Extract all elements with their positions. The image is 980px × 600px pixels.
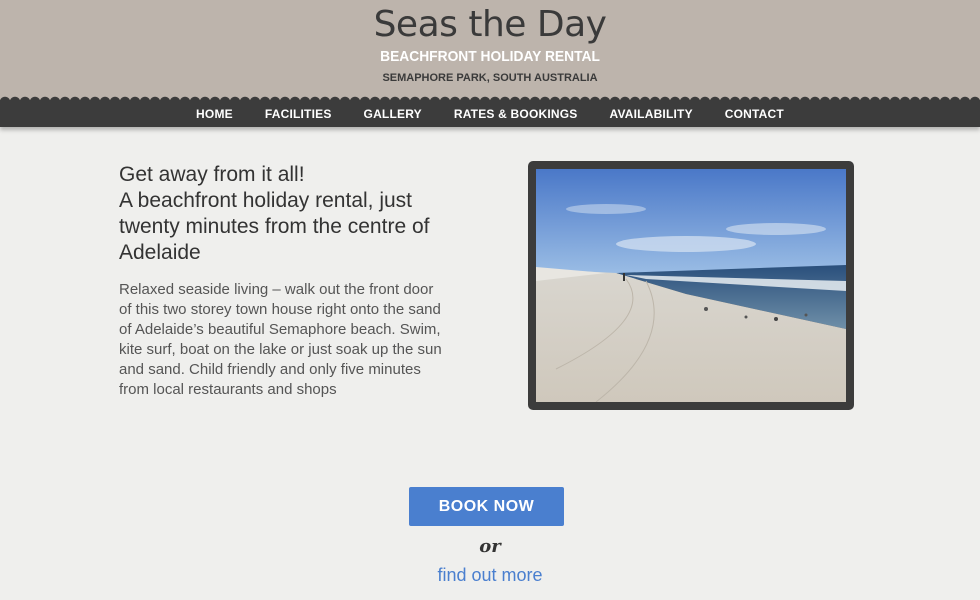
or-separator: or [479,536,501,557]
nav-item-home[interactable]: HOME [196,107,233,121]
site-location: SEMAPHORE PARK, SOUTH AUSTRALIA [382,72,598,84]
nav-item-gallery[interactable]: GALLERY [364,107,422,121]
intro-heading-line2: A beachfront holiday rental, just twenty… [119,189,430,264]
find-out-more-link[interactable]: find out more [0,565,980,586]
nav-item-facilities[interactable]: FACILITIES [265,107,332,121]
site-title[interactable]: Seas the Day [0,4,980,45]
beach-photo-frame [528,161,854,410]
nav-item-rates-bookings[interactable]: RATES & BOOKINGS [454,107,578,121]
beach-photo [536,169,846,402]
nav-item-availability[interactable]: AVAILABILITY [609,107,692,121]
site-tagline: BEACHFRONT HOLIDAY RENTAL [380,48,600,65]
nav-item-contact[interactable]: CONTACT [725,107,784,121]
intro-body: Relaxed seaside living – walk out the fr… [119,281,442,398]
book-now-button[interactable]: BOOK NOW [409,487,564,526]
main-nav: HOME FACILITIES GALLERY RATES & BOOKINGS… [0,100,980,127]
site-header: Seas the Day BEACHFRONT HOLIDAY RENTAL S… [0,0,980,100]
intro-heading: Get away from it all! A beachfront holid… [119,162,449,266]
intro-heading-line1: Get away from it all! [119,163,305,186]
